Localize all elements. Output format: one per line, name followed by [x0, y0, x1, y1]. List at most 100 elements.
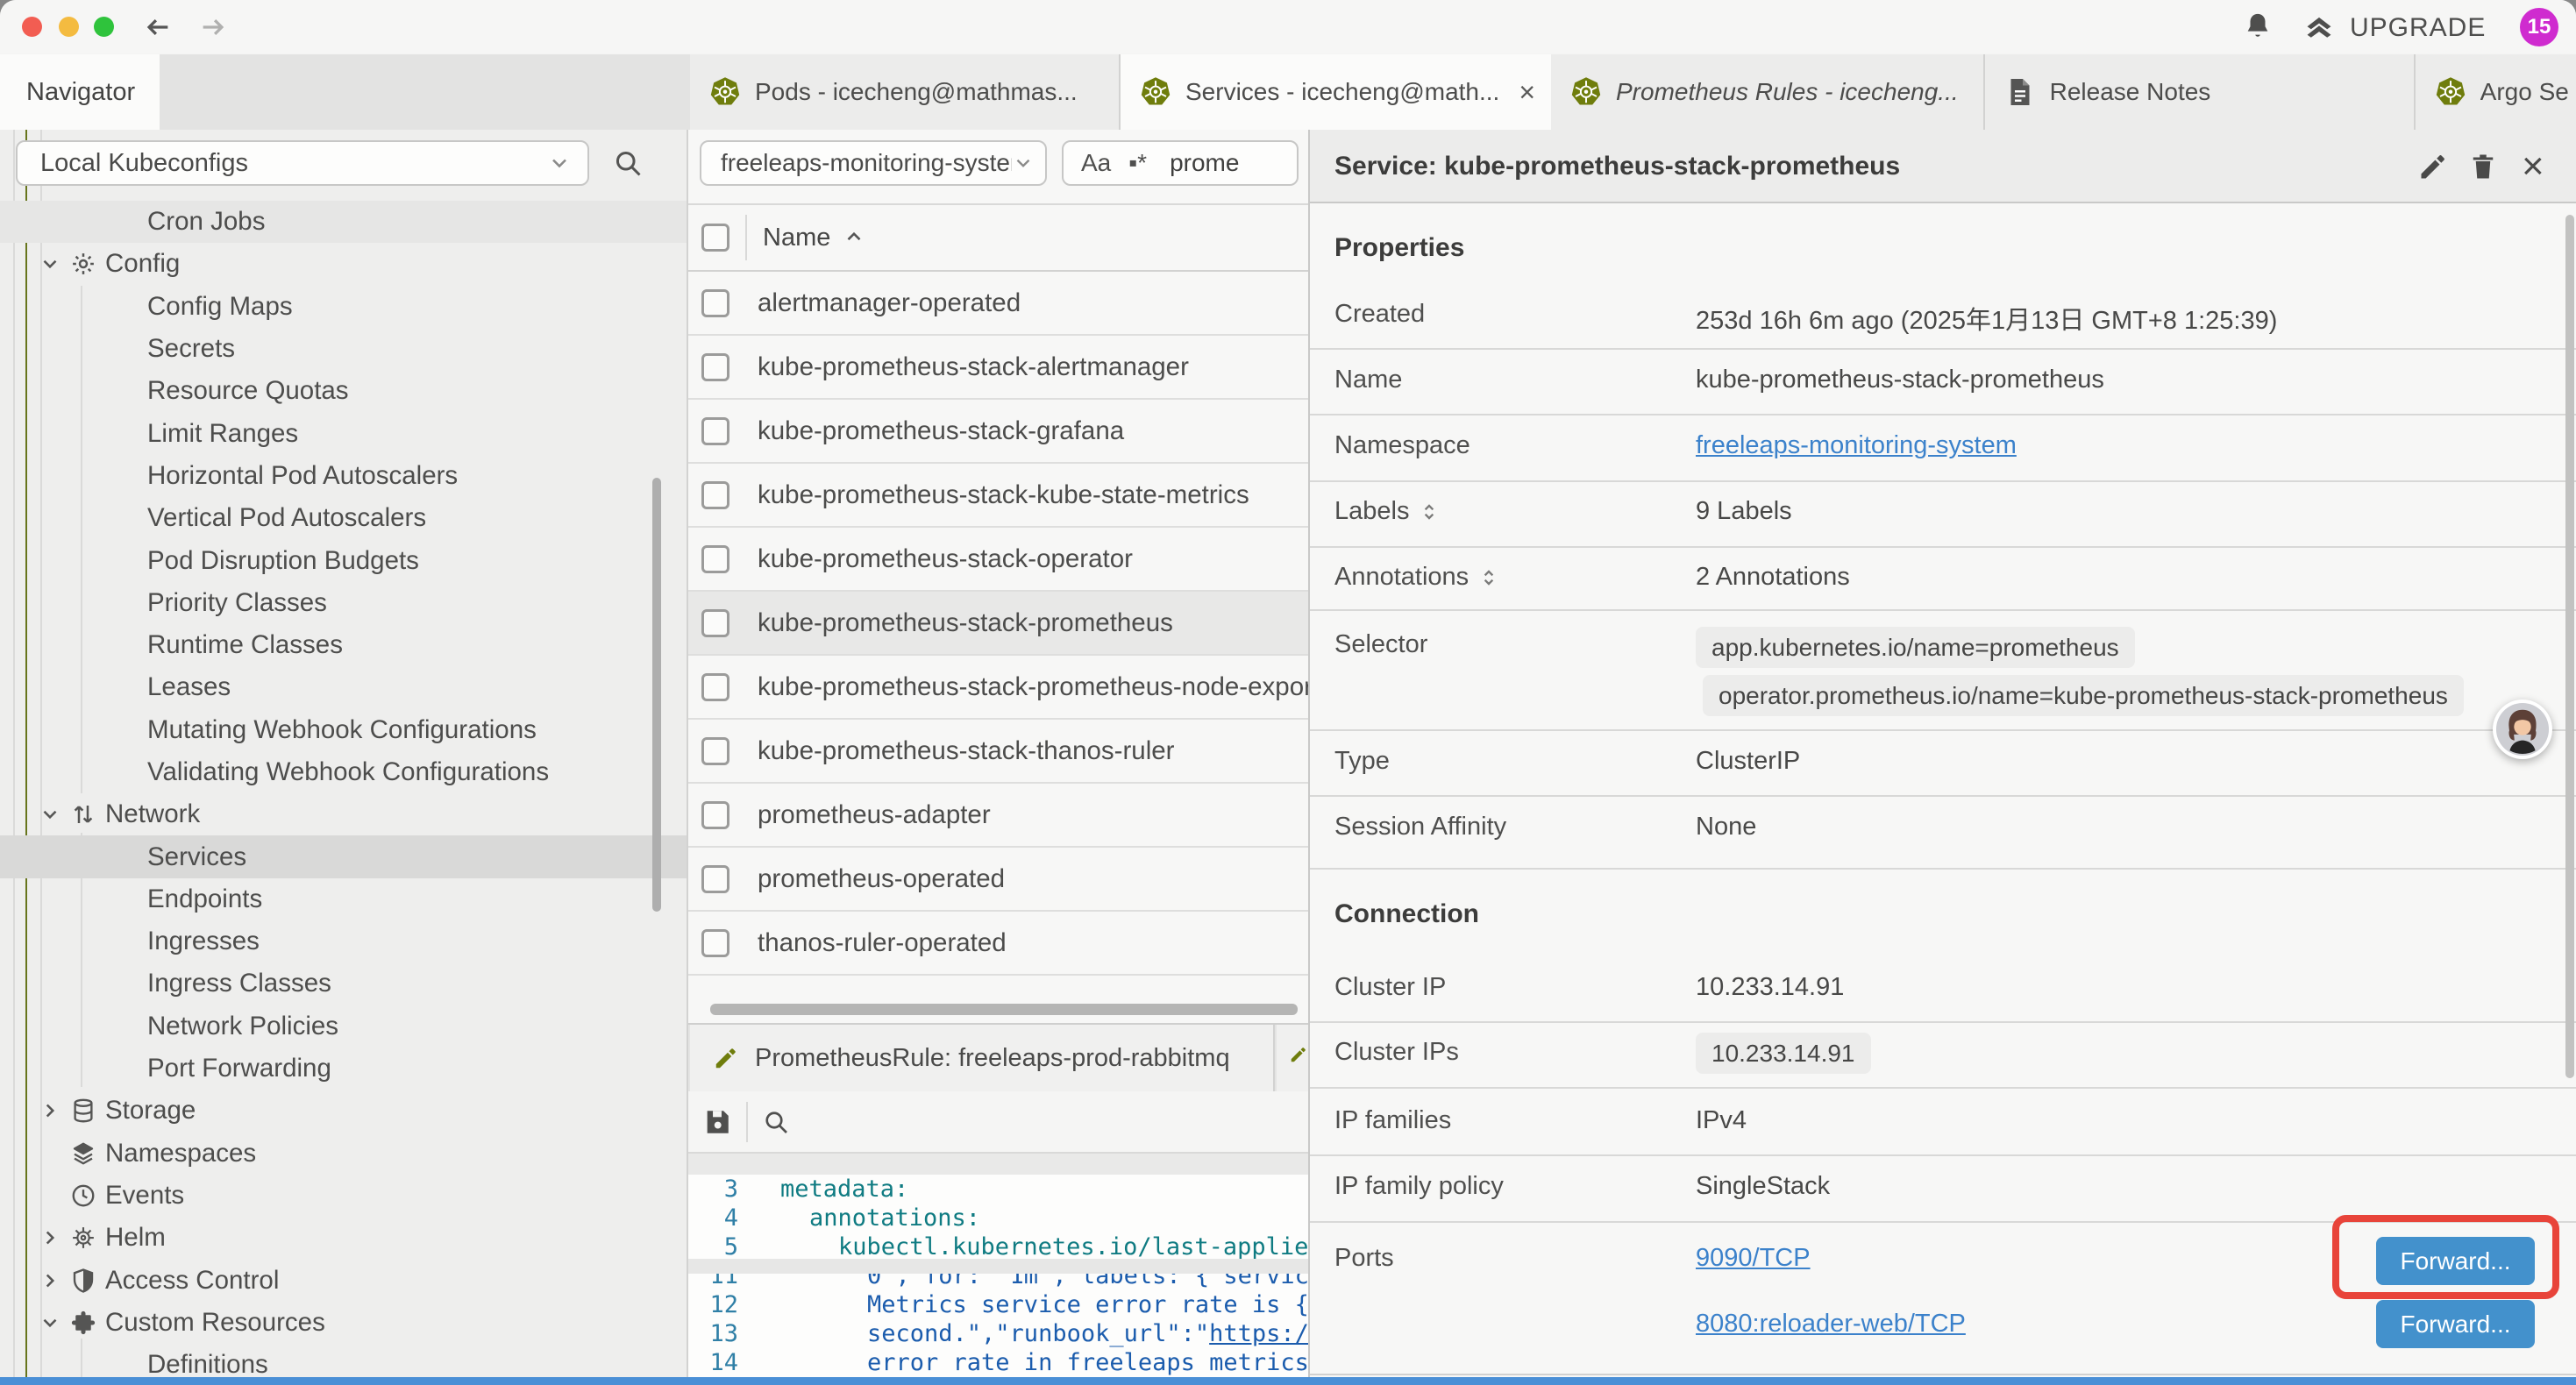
upgrade-icon[interactable]	[2302, 11, 2336, 44]
yaml-editor[interactable]: 3 metadata: 4 annotations: 5 kubectl.kub…	[688, 1175, 1308, 1385]
sidebar-item[interactable]: Config Maps	[0, 286, 687, 328]
sidebar-item[interactable]: Custom Resources	[0, 1302, 687, 1344]
chev-right-icon[interactable]	[39, 1269, 70, 1292]
chev-right-icon[interactable]	[39, 1226, 70, 1249]
port-link[interactable]: 8080:reloader-web/TCP	[1696, 1310, 1966, 1339]
sidebar-item[interactable]: Ingress Classes	[0, 962, 687, 1005]
sidebar-item[interactable]: Mutating Webhook Configurations	[0, 709, 687, 751]
sidebar-item[interactable]: Limit Ranges	[0, 412, 687, 454]
notification-count-badge[interactable]: 15	[2520, 8, 2558, 46]
forward-button[interactable]: Forward...	[2376, 1300, 2535, 1348]
back-icon[interactable]	[143, 12, 173, 42]
notifications-bell-icon[interactable]	[2243, 11, 2273, 41]
editor-tab[interactable]: PrometheusRule: freeleaps-prod-rabbitmq	[690, 1025, 1275, 1091]
sidebar-item[interactable]: Services	[0, 835, 687, 877]
row-checkbox[interactable]	[701, 289, 729, 317]
expand-collapse-icon[interactable]	[1418, 501, 1441, 523]
detail-scrollbar[interactable]	[2565, 215, 2574, 1078]
tab[interactable]: Argo Se	[2416, 54, 2576, 130]
close-icon[interactable]: ×	[2522, 142, 2544, 191]
edit-pencil-icon[interactable]	[2417, 151, 2449, 182]
table-row[interactable]: alertmanager-operated	[688, 272, 1308, 336]
save-icon[interactable]	[702, 1107, 732, 1137]
table-row[interactable]: kube-prometheus-stack-thanos-ruler	[688, 720, 1308, 784]
row-checkbox[interactable]	[701, 545, 729, 573]
sidebar-item[interactable]: Ingresses	[0, 920, 687, 962]
filter-input[interactable]: Aa ▪* prome	[1062, 140, 1299, 186]
row-checkbox[interactable]	[701, 417, 729, 445]
table-row[interactable]: prometheus-operated	[688, 848, 1308, 912]
none-icon[interactable]	[39, 1184, 70, 1207]
expand-collapse-icon[interactable]	[1477, 566, 1500, 589]
chev-down-icon[interactable]	[39, 1311, 70, 1334]
table-row[interactable]: kube-prometheus-stack-grafana	[688, 400, 1308, 464]
table-row[interactable]: kube-prometheus-stack-prometheus-node-ex…	[688, 656, 1308, 720]
row-checkbox[interactable]	[701, 737, 729, 765]
namespace-link[interactable]: freeleaps-monitoring-system	[1696, 431, 2017, 460]
sidebar-item[interactable]: Cron Jobs	[0, 201, 687, 243]
select-all-checkbox[interactable]	[701, 224, 729, 252]
sidebar-item[interactable]: Network	[0, 793, 687, 835]
match-case-toggle[interactable]: Aa	[1081, 149, 1111, 177]
sidebar-item[interactable]: Validating Webhook Configurations	[0, 751, 687, 793]
table-row[interactable]: kube-prometheus-stack-alertmanager	[688, 336, 1308, 400]
sidebar-item[interactable]: Events	[0, 1175, 687, 1217]
sidebar-item[interactable]: Pod Disruption Budgets	[0, 539, 687, 581]
tab[interactable]: Services - icecheng@math... ×	[1121, 54, 1551, 130]
sidebar-item[interactable]: Config	[0, 243, 687, 285]
row-checkbox[interactable]	[701, 609, 729, 637]
row-checkbox[interactable]	[701, 865, 729, 893]
horizontal-scrollbar[interactable]	[710, 1004, 1298, 1015]
minimize-window-button[interactable]	[59, 17, 79, 37]
delete-trash-icon[interactable]	[2467, 151, 2499, 182]
user-avatar[interactable]	[2493, 700, 2552, 759]
chev-right-icon[interactable]	[39, 1099, 70, 1122]
sidebar-item[interactable]: Access Control	[0, 1259, 687, 1301]
sidebar-item[interactable]: Leases	[0, 666, 687, 708]
close-window-button[interactable]	[22, 17, 42, 37]
sidebar-item[interactable]: Runtime Classes	[0, 624, 687, 666]
sidebar-item[interactable]: Helm	[0, 1217, 687, 1259]
none-icon[interactable]	[39, 1142, 70, 1165]
chev-down-icon[interactable]	[39, 803, 70, 826]
forward-icon[interactable]	[198, 12, 228, 42]
sidebar-item[interactable]: Storage	[0, 1090, 687, 1132]
table-row[interactable]: kube-prometheus-stack-kube-state-metrics	[688, 464, 1308, 528]
close-tab-icon[interactable]: ×	[1519, 76, 1535, 109]
sidebar-item[interactable]: Port Forwarding	[0, 1048, 687, 1090]
row-checkbox[interactable]	[701, 481, 729, 509]
tab[interactable]: Pods - icecheng@mathmas...	[690, 54, 1121, 130]
port-link[interactable]: 9090/TCP	[1696, 1244, 1811, 1273]
sidebar-item[interactable]: Network Policies	[0, 1005, 687, 1048]
table-row[interactable]: prometheus-adapter	[688, 784, 1308, 848]
sort-asc-icon[interactable]	[843, 226, 865, 249]
editor-search-icon[interactable]	[762, 1108, 790, 1136]
sidebar-item[interactable]: Endpoints	[0, 878, 687, 920]
row-checkbox[interactable]	[701, 929, 729, 957]
table-row[interactable]: kube-prometheus-stack-prometheus	[688, 592, 1308, 656]
row-checkbox[interactable]	[701, 801, 729, 829]
sidebar-item[interactable]: Namespaces	[0, 1133, 687, 1175]
row-checkbox[interactable]	[701, 673, 729, 701]
sidebar-item[interactable]: Resource Quotas	[0, 370, 687, 412]
sidebar-scrollbar[interactable]	[652, 478, 661, 912]
upgrade-button[interactable]: UPGRADE	[2350, 13, 2486, 43]
table-row[interactable]: kube-prometheus-stack-operator	[688, 528, 1308, 592]
editor-tab-partial[interactable]	[1277, 1025, 1308, 1091]
chev-down-icon[interactable]	[39, 252, 70, 275]
table-row[interactable]: thanos-ruler-operated	[688, 912, 1308, 976]
kubeconfig-select[interactable]: Local Kubeconfigs	[16, 140, 589, 186]
zoom-window-button[interactable]	[94, 17, 114, 37]
navigator-tab[interactable]: Navigator	[0, 54, 160, 130]
sidebar-item[interactable]: Vertical Pod Autoscalers	[0, 497, 687, 539]
row-checkbox[interactable]	[701, 353, 729, 381]
sidebar-item[interactable]: Horizontal Pod Autoscalers	[0, 455, 687, 497]
tab[interactable]: Release Notes	[1985, 54, 2416, 130]
sidebar-item[interactable]: Secrets	[0, 328, 687, 370]
name-column-header[interactable]: Name	[763, 224, 830, 252]
regex-toggle[interactable]: ▪*	[1128, 149, 1147, 177]
search-icon[interactable]	[612, 147, 644, 179]
namespace-select[interactable]: freeleaps-monitoring-system	[700, 140, 1047, 186]
tab[interactable]: Prometheus Rules - icecheng...	[1551, 54, 1985, 130]
sidebar-item[interactable]: Priority Classes	[0, 582, 687, 624]
